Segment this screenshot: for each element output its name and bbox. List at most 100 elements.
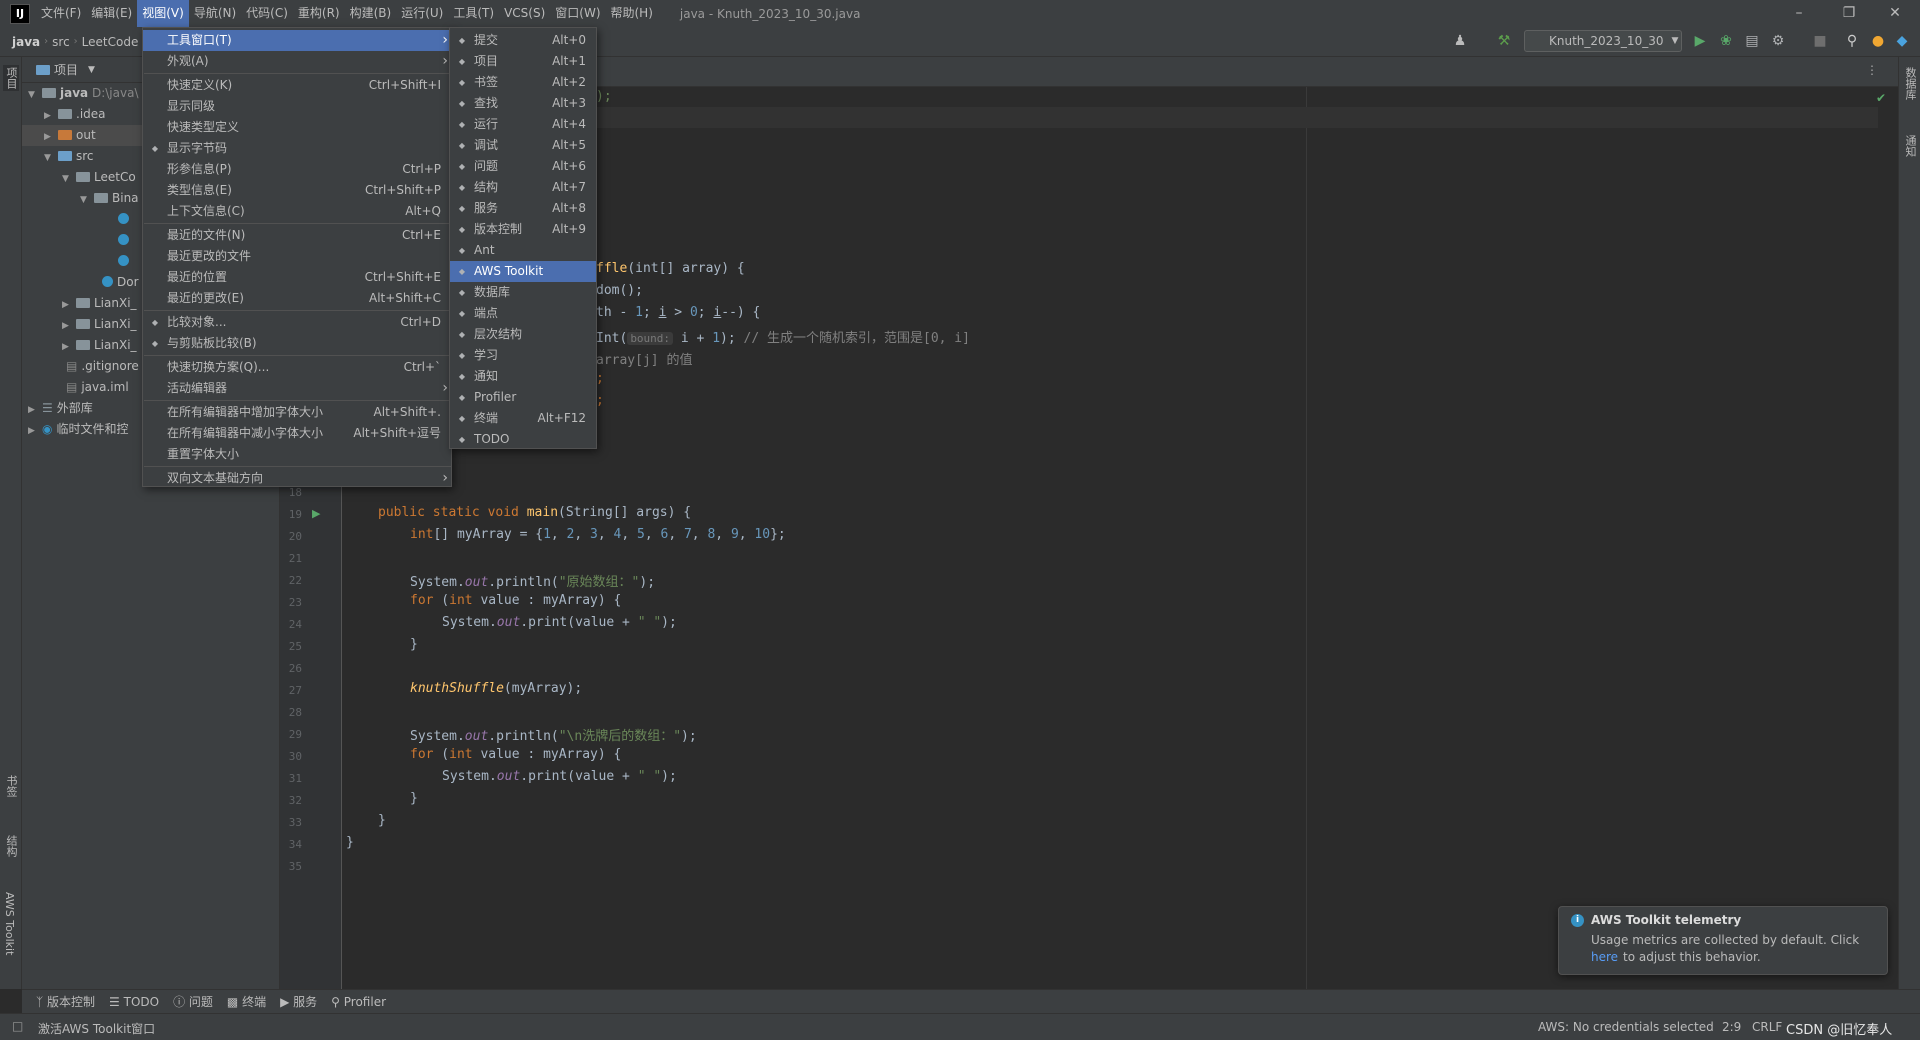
no-problems-check-icon[interactable]: ✔ <box>1876 91 1886 105</box>
menu-item[interactable]: 形参信息(P) Ctrl+P <box>143 159 451 180</box>
menu-window[interactable]: 窗口(W) <box>550 0 605 27</box>
close-icon[interactable]: ✕ <box>1872 0 1918 27</box>
menu-item[interactable]: ◆ 查找 Alt+3 <box>450 93 596 114</box>
chevron-down-icon[interactable]: ▼ <box>62 169 76 190</box>
profile-icon[interactable]: ⚙ <box>1770 33 1786 49</box>
tree-item-iml[interactable]: ▤ java.iml <box>66 377 129 398</box>
tab-bookmarks[interactable]: 书签 <box>3 775 19 797</box>
minimize-icon[interactable]: – <box>1776 0 1822 27</box>
run-icon[interactable]: ▶ <box>1692 33 1708 49</box>
aws-telemetry-notification[interactable]: i AWS Toolkit telemetry Usage metrics ar… <box>1558 906 1888 975</box>
menu-item[interactable]: 双向文本基础方向 › <box>143 468 451 489</box>
menu-item[interactable]: 类型信息(E) Ctrl+Shift+P <box>143 180 451 201</box>
menu-item[interactable]: ◆ 层次结构 <box>450 324 596 345</box>
menu-item[interactable]: ◆ 提交 Alt+0 <box>450 30 596 51</box>
chevron-right-icon[interactable]: ▶ <box>28 421 42 442</box>
menu-item[interactable]: ◆ 数据库 <box>450 282 596 303</box>
menu-item[interactable]: ◆ Profiler <box>450 387 596 408</box>
menu-item[interactable]: 在所有编辑器中增加字体大小 Alt+Shift+. <box>143 402 451 423</box>
menu-item[interactable]: 重置字体大小 <box>143 444 451 465</box>
chevron-down-icon[interactable]: ▼ <box>88 65 95 75</box>
menu-item[interactable]: ◆ 比较对象... Ctrl+D <box>143 312 451 333</box>
chevron-right-icon[interactable]: ▶ <box>44 127 58 148</box>
project-panel-title[interactable]: 项目 <box>54 61 78 78</box>
tool-profiler-button[interactable]: ⚲ Profiler <box>331 995 386 1009</box>
tree-item-lianxi[interactable]: ▶ LianXi_ <box>62 293 137 314</box>
menu-item[interactable]: ◆ 通知 <box>450 366 596 387</box>
tree-item-gitignore[interactable]: ▤ .gitignore <box>66 356 139 377</box>
run-gutter-icon[interactable]: ▶ <box>312 507 320 520</box>
tab-structure[interactable]: 结构 <box>3 835 19 857</box>
tree-item-lianxi[interactable]: ▶ LianXi_ <box>62 335 137 356</box>
tree-item-scratches[interactable]: ▶ ◉ 临时文件和控 <box>28 419 129 440</box>
tree-item-dor[interactable]: Dor <box>102 272 139 293</box>
menu-item[interactable]: ◆ Ant <box>450 240 596 261</box>
tree-item-class[interactable] <box>118 251 133 272</box>
run-configuration-selector[interactable]: Knuth_2023_10_30 ▼ <box>1524 30 1682 52</box>
tree-item-lianxi[interactable]: ▶ LianXi_ <box>62 314 137 335</box>
menu-item[interactable]: ◆ 与剪贴板比较(B) <box>143 333 451 354</box>
menu-item[interactable]: ◆ 端点 <box>450 303 596 324</box>
breadcrumb-leetcode[interactable]: LeetCode <box>78 35 143 49</box>
tree-item-class[interactable] <box>118 209 133 230</box>
chevron-right-icon[interactable]: ▶ <box>62 295 76 316</box>
chevron-right-icon[interactable]: ▶ <box>44 106 58 127</box>
chevron-down-icon[interactable]: ▼ <box>44 148 58 169</box>
menu-item[interactable]: 工具窗口(T) › <box>143 30 451 51</box>
tool-vcs-button[interactable]: ᛉ 版本控制 <box>36 993 95 1010</box>
breadcrumb-java[interactable]: java <box>8 35 44 49</box>
menu-item[interactable]: ◆ 显示字节码 <box>143 138 451 159</box>
chevron-down-icon[interactable]: ▼ <box>80 190 94 211</box>
menu-item[interactable]: 活动编辑器 › <box>143 378 451 399</box>
menu-item[interactable]: ◆ 版本控制 Alt+9 <box>450 219 596 240</box>
line-ending[interactable]: CRLF <box>1752 1020 1782 1034</box>
menu-item[interactable]: ◆ 学习 <box>450 345 596 366</box>
notification-link[interactable]: here <box>1591 950 1618 964</box>
menu-vcs[interactable]: VCS(S) <box>499 0 550 27</box>
menu-item[interactable]: ◆ 书签 Alt+2 <box>450 72 596 93</box>
menu-item[interactable]: ◆ AWS Toolkit <box>450 261 596 282</box>
menu-item[interactable]: 在所有编辑器中减小字体大小 Alt+Shift+逗号 <box>143 423 451 444</box>
cursor-position[interactable]: 2:9 <box>1722 1020 1741 1034</box>
tree-item-idea[interactable]: ▶ .idea <box>44 104 106 125</box>
tab-aws-toolkit[interactable]: AWS Toolkit <box>3 892 16 955</box>
menu-item[interactable]: ◆ 服务 Alt+8 <box>450 198 596 219</box>
tree-item-leetcode[interactable]: ▼ LeetCo <box>62 167 136 188</box>
tree-item-src[interactable]: ▼ src <box>44 146 94 167</box>
menu-view[interactable]: 视图(V) <box>137 0 189 27</box>
chevron-down-icon[interactable]: ▼ <box>28 85 42 106</box>
menu-build[interactable]: 构建(B) <box>345 0 397 27</box>
tree-item-java[interactable]: ▼ java D:\java\ <box>28 83 138 104</box>
tab-database[interactable]: 数据库 <box>1902 67 1918 100</box>
menu-run[interactable]: 运行(U) <box>396 0 448 27</box>
panel-toggle-icon[interactable]: □ <box>12 1019 23 1033</box>
tool-todo-button[interactable]: ☰ TODO <box>109 995 159 1009</box>
menu-item[interactable]: 快速定义(K) Ctrl+Shift+I <box>143 75 451 96</box>
debug-icon[interactable]: ❀ <box>1718 33 1734 49</box>
menu-item[interactable]: ◆ 问题 Alt+6 <box>450 156 596 177</box>
menu-item[interactable]: 显示同级 <box>143 96 451 117</box>
aws-credentials-status[interactable]: AWS: No credentials selected <box>1538 1020 1714 1034</box>
menu-edit[interactable]: 编辑(E) <box>86 0 137 27</box>
menu-item[interactable]: 最近的更改(E) Alt+Shift+C <box>143 288 451 309</box>
tree-item-binary[interactable]: ▼ Bina <box>80 188 139 209</box>
tree-item-class[interactable] <box>118 230 133 251</box>
menu-item[interactable]: ◆ 结构 Alt+7 <box>450 177 596 198</box>
jetbrains-ai-icon[interactable]: ◆ <box>1894 33 1910 49</box>
chevron-right-icon[interactable]: ▶ <box>62 316 76 337</box>
menu-file[interactable]: 文件(F) <box>36 0 86 27</box>
menu-tools[interactable]: 工具(T) <box>448 0 499 27</box>
breadcrumb-src[interactable]: src <box>48 35 74 49</box>
menu-item[interactable]: 上下文信息(C) Alt+Q <box>143 201 451 222</box>
search-icon[interactable]: ⚲ <box>1844 33 1860 49</box>
menu-refactor[interactable]: 重构(R) <box>293 0 345 27</box>
tab-notifications[interactable]: 通知 <box>1902 135 1918 157</box>
menu-item[interactable]: 最近更改的文件 <box>143 246 451 267</box>
coverage-icon[interactable]: ▤ <box>1744 33 1760 49</box>
chevron-right-icon[interactable]: ▶ <box>62 337 76 358</box>
restore-icon[interactable]: ❐ <box>1826 0 1872 27</box>
menu-navigate[interactable]: 导航(N) <box>189 0 241 27</box>
user-icon[interactable]: ♟ <box>1452 33 1468 49</box>
build-hammer-icon[interactable]: ⚒ <box>1496 33 1512 49</box>
menu-item[interactable]: 快速切换方案(Q)... Ctrl+` <box>143 357 451 378</box>
